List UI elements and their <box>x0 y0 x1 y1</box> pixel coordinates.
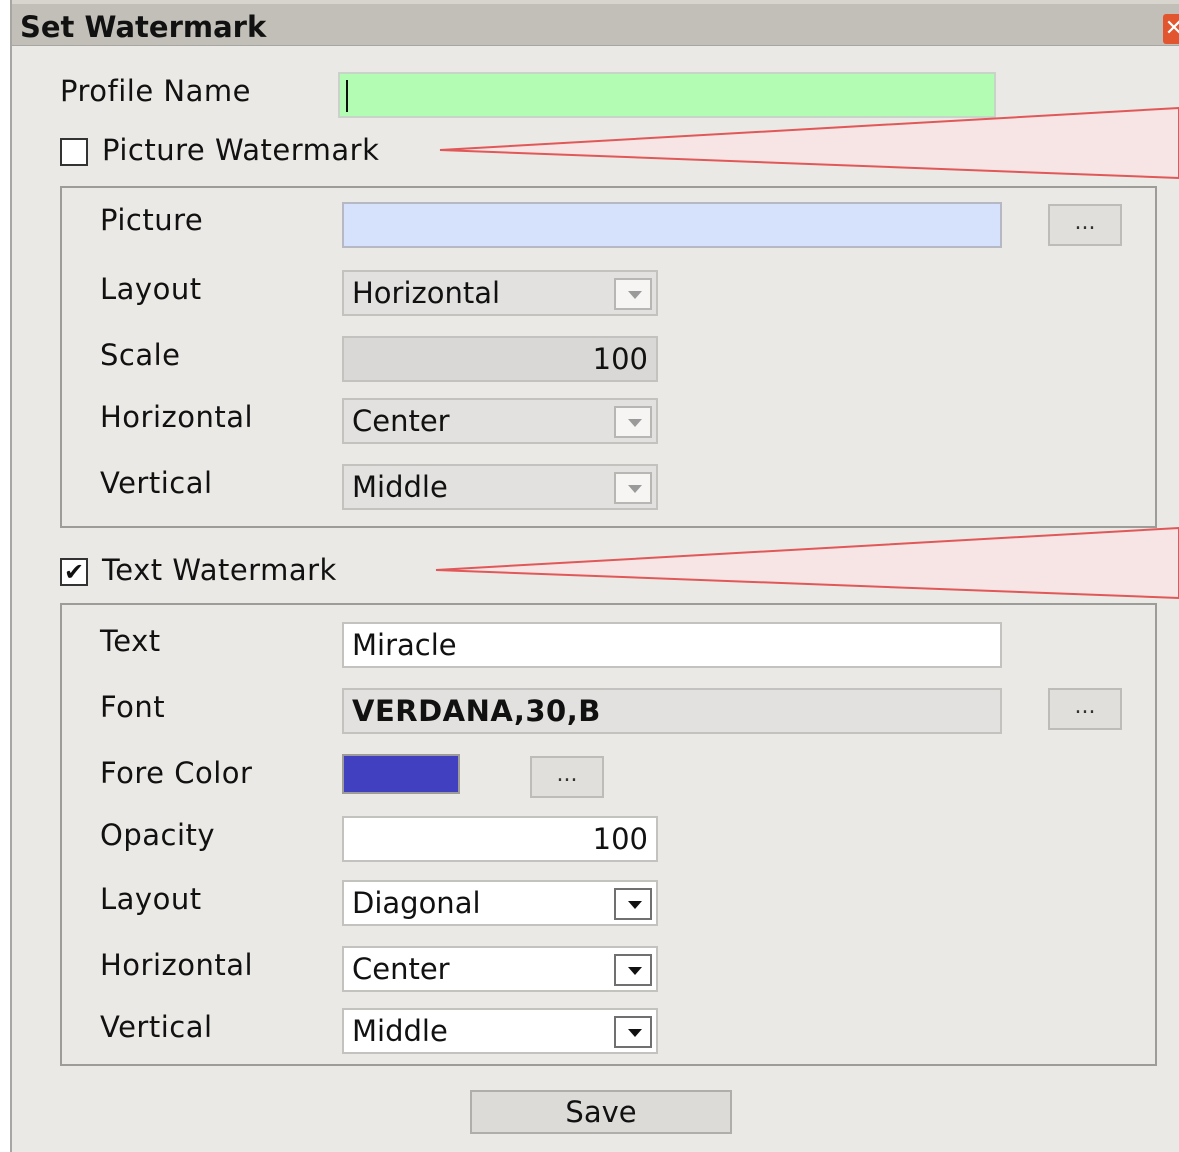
picture-vertical-dropdown[interactable]: Middle <box>342 464 658 510</box>
text-vertical-label: Vertical <box>100 1010 213 1044</box>
fore-color-swatch <box>342 754 460 794</box>
dialog-title: Set Watermark <box>20 10 267 44</box>
font-browse-button[interactable]: ... <box>1048 688 1122 730</box>
font-display: VERDANA,30,B <box>342 688 1002 734</box>
font-value: VERDANA,30,B <box>352 694 601 728</box>
text-layout-dropdown[interactable]: Diagonal <box>342 880 658 926</box>
title-bar: Set Watermark ✕ <box>12 0 1179 46</box>
text-horizontal-label: Horizontal <box>100 948 254 982</box>
picture-vertical-value: Middle <box>352 470 448 504</box>
picture-layout-label: Layout <box>100 272 202 306</box>
profile-name-label: Profile Name <box>60 74 251 108</box>
text-value: Miracle <box>352 628 457 662</box>
text-layout-label: Layout <box>100 882 202 916</box>
chevron-down-icon[interactable] <box>614 1016 652 1048</box>
scale-input[interactable]: 100 <box>342 336 658 382</box>
picture-layout-value: Horizontal <box>352 276 501 310</box>
chevron-down-icon[interactable] <box>614 406 652 438</box>
picture-horizontal-value: Center <box>352 404 450 438</box>
close-button[interactable]: ✕ <box>1163 14 1179 44</box>
scale-value: 100 <box>592 342 648 376</box>
picture-layout-dropdown[interactable]: Horizontal <box>342 270 658 316</box>
font-label: Font <box>100 690 166 724</box>
scale-label: Scale <box>100 338 181 372</box>
picture-horizontal-label: Horizontal <box>100 400 254 434</box>
text-horizontal-value: Center <box>352 952 450 986</box>
text-label: Text <box>100 624 161 658</box>
text-horizontal-dropdown[interactable]: Center <box>342 946 658 992</box>
picture-vertical-label: Vertical <box>100 466 213 500</box>
text-vertical-value: Middle <box>352 1014 448 1048</box>
picture-path-input[interactable] <box>342 202 1002 248</box>
set-watermark-dialog: Set Watermark ✕ Profile Name Picture Wat… <box>10 0 1179 1152</box>
opacity-input[interactable]: 100 <box>342 816 658 862</box>
picture-watermark-label: Picture Watermark <box>102 133 380 167</box>
picture-label: Picture <box>100 203 204 237</box>
picture-horizontal-dropdown[interactable]: Center <box>342 398 658 444</box>
opacity-label: Opacity <box>100 818 216 852</box>
chevron-down-icon[interactable] <box>614 278 652 310</box>
chevron-down-icon[interactable] <box>614 472 652 504</box>
chevron-down-icon[interactable] <box>614 954 652 986</box>
text-watermark-label: Text Watermark <box>102 553 337 587</box>
text-vertical-dropdown[interactable]: Middle <box>342 1008 658 1054</box>
profile-name-input[interactable] <box>338 72 996 118</box>
picture-watermark-checkbox[interactable] <box>60 138 88 166</box>
text-input[interactable]: Miracle <box>342 622 1002 668</box>
fore-color-browse-button[interactable]: ... <box>530 756 604 798</box>
fore-color-label: Fore Color <box>100 756 253 790</box>
text-watermark-checkbox[interactable]: ✔ <box>60 558 88 586</box>
picture-browse-button[interactable]: ... <box>1048 204 1122 246</box>
opacity-value: 100 <box>592 822 648 856</box>
save-button[interactable]: Save <box>470 1090 732 1134</box>
chevron-down-icon[interactable] <box>614 888 652 920</box>
text-cursor <box>346 80 348 112</box>
text-layout-value: Diagonal <box>352 886 481 920</box>
